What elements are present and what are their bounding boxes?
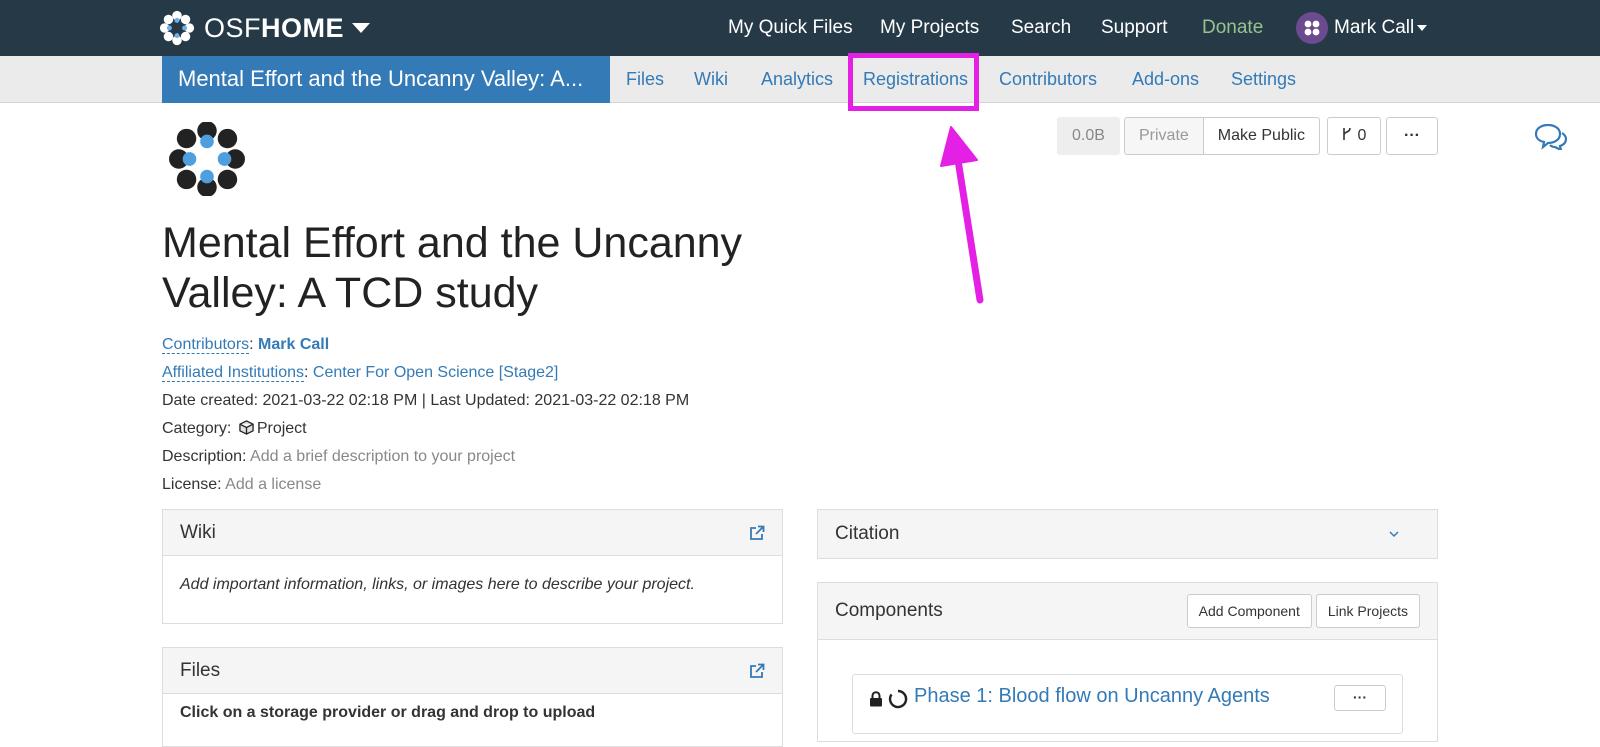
wiki-panel: Wiki Add important information, links, o…	[162, 509, 783, 624]
nav-donate[interactable]: Donate	[1202, 0, 1263, 56]
institution-link[interactable]: Center For Open Science [Stage2]	[313, 364, 558, 381]
files-panel-title: Files	[180, 659, 221, 681]
cube-icon	[239, 420, 254, 435]
license-label: License:	[162, 476, 222, 493]
project-title-tab[interactable]: Mental Effort and the Uncanny Valley: A.…	[162, 56, 610, 103]
osf-logo-icon	[158, 9, 196, 47]
citation-panel-header[interactable]: Citation	[818, 510, 1437, 558]
contributors-label[interactable]: Contributors	[162, 336, 250, 354]
nav-my-projects[interactable]: My Projects	[880, 0, 979, 56]
citation-panel[interactable]: Citation	[817, 509, 1438, 559]
files-panel: Files Click on a storage provider or dra…	[162, 647, 783, 747]
files-panel-body: Click on a storage provider or drag and …	[180, 704, 596, 721]
project-title-line-2: Valley: A TCD study	[162, 269, 539, 317]
affiliated-row: Affiliated Institutions: Center For Open…	[162, 364, 559, 382]
wiki-panel-header: Wiki	[163, 510, 782, 556]
description-label: Description:	[162, 448, 247, 465]
files-panel-header: Files	[163, 648, 782, 694]
registrations-highlight-box	[848, 53, 979, 111]
chevron-down-icon	[352, 23, 371, 33]
description-row: Description: Add a brief description to …	[162, 448, 515, 466]
fork-count: 0	[1357, 127, 1367, 144]
nav-link-label[interactable]: Search	[1011, 17, 1071, 39]
wiki-panel-title: Wiki	[180, 521, 216, 543]
private-button[interactable]: Private	[1124, 117, 1204, 155]
avatar	[1296, 12, 1328, 44]
license-editable[interactable]: Add a license	[225, 476, 321, 493]
make-public-button[interactable]: Make Public	[1203, 117, 1320, 155]
category-row: Category: Project	[162, 420, 307, 438]
lock-icon	[870, 691, 882, 707]
nav-link-label[interactable]: My Projects	[880, 17, 979, 39]
external-link-icon[interactable]	[749, 663, 765, 679]
nav-link-label[interactable]: Support	[1101, 17, 1168, 39]
components-panel-title: Components	[835, 600, 943, 621]
project-title-line-1: Mental Effort and the Uncanny	[162, 219, 743, 267]
tab-files[interactable]: Files	[626, 56, 664, 103]
chevron-down-icon[interactable]	[1388, 530, 1400, 538]
top-navbar: OSF HOME My Quick Files My Projects Sear…	[0, 0, 1600, 56]
fork-button[interactable]: 0	[1327, 117, 1381, 155]
components-panel-header: Components Add Component Link Projects	[818, 583, 1437, 640]
nav-link-label[interactable]: My Quick Files	[728, 17, 853, 39]
external-link-icon[interactable]	[749, 525, 765, 541]
component-more-button[interactable]: ···	[1334, 685, 1386, 711]
comments-icon[interactable]	[1533, 124, 1567, 150]
caret-down-icon	[1417, 25, 1428, 31]
contributors-row: Contributors: Mark Call	[162, 336, 330, 354]
tab-analytics[interactable]: Analytics	[761, 56, 833, 103]
tab-wiki[interactable]: Wiki	[694, 56, 728, 103]
fork-icon	[1342, 127, 1351, 140]
user-name: Mark Call	[1334, 17, 1415, 38]
wiki-panel-body: Add important information, links, or ima…	[180, 576, 695, 593]
category-value: Project	[256, 420, 307, 437]
contributor-link[interactable]: Mark Call	[258, 336, 329, 353]
affiliated-label[interactable]: Affiliated Institutions	[162, 364, 305, 382]
tab-add-ons[interactable]: Add-ons	[1132, 56, 1199, 103]
project-title: Mental Effort and the Uncanny Valley: A …	[162, 218, 802, 318]
nav-my-quick-files[interactable]: My Quick Files	[728, 0, 853, 56]
nav-search[interactable]: Search	[1011, 0, 1071, 56]
loading-spinner-icon	[888, 689, 908, 709]
license-row: License: Add a license	[162, 476, 321, 494]
tab-settings[interactable]: Settings	[1231, 56, 1296, 103]
visibility-button-group: Private Make Public	[1124, 117, 1320, 155]
components-actions: Add Component Link Projects	[1186, 594, 1420, 628]
user-menu[interactable]: Mark Call	[1296, 12, 1428, 44]
category-label: Category:	[162, 420, 232, 437]
dates-row: Date created: 2021-03-22 02:18 PM | Last…	[162, 392, 690, 409]
project-osf-logo-icon	[169, 122, 245, 196]
tab-contributors[interactable]: Contributors	[999, 56, 1097, 103]
more-options-button[interactable]: ···	[1386, 117, 1438, 155]
component-item: Phase 1: Blood flow on Uncanny Agents ··…	[852, 674, 1403, 734]
add-component-button[interactable]: Add Component	[1186, 594, 1312, 628]
user-avatar-icon	[1304, 20, 1320, 36]
description-editable[interactable]: Add a brief description to your project	[250, 448, 515, 465]
osf-home-brand[interactable]: OSF HOME	[158, 9, 371, 47]
link-projects-button[interactable]: Link Projects	[1315, 594, 1420, 628]
nav-support[interactable]: Support	[1101, 0, 1168, 56]
component-title-link[interactable]: Phase 1: Blood flow on Uncanny Agents	[914, 685, 1270, 708]
nav-link-label[interactable]: Donate	[1202, 17, 1263, 39]
brand-osf-text: OSF	[204, 12, 262, 43]
brand-home-text: HOME	[261, 12, 345, 43]
project-subnav: Mental Effort and the Uncanny Valley: A.…	[0, 56, 1600, 150]
citation-panel-title: Citation	[835, 523, 900, 544]
storage-size-badge: 0.0B	[1057, 117, 1120, 155]
